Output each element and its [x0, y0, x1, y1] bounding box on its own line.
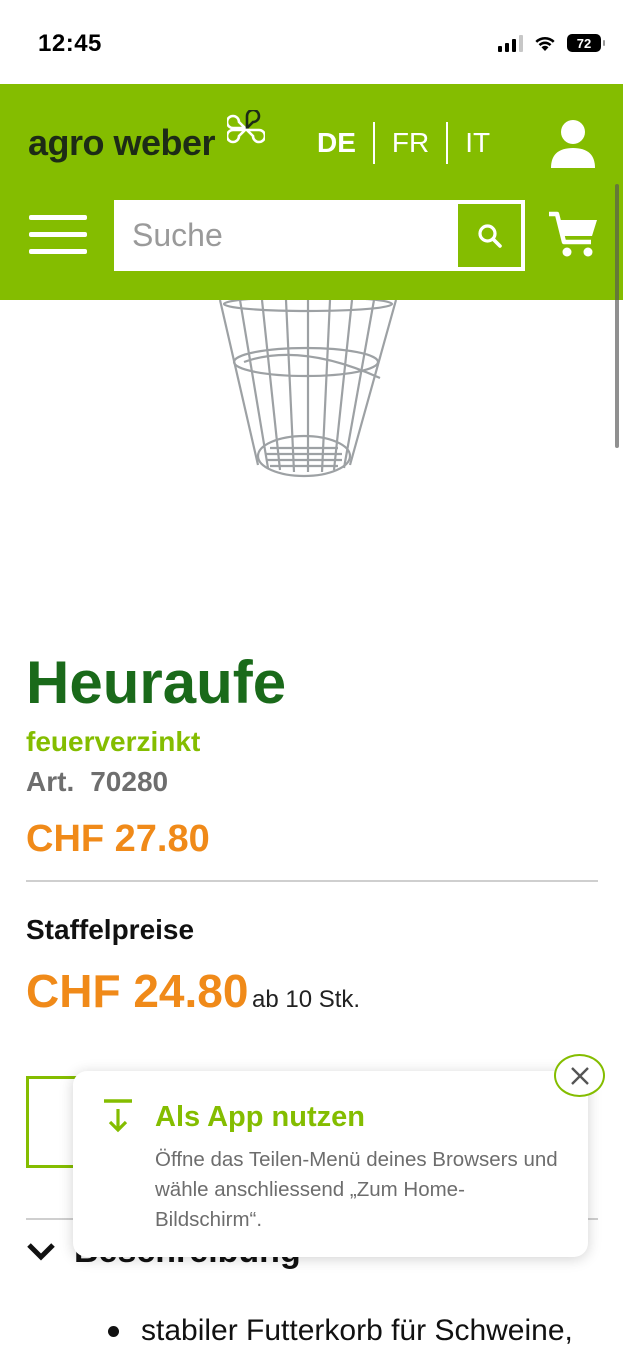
user-icon[interactable] — [549, 118, 597, 170]
wifi-icon — [535, 36, 555, 51]
lang-it[interactable]: IT — [448, 127, 507, 159]
close-icon — [570, 1066, 589, 1085]
chevron-down-icon — [27, 1242, 55, 1261]
article-label: Art. — [26, 766, 75, 797]
product-title: Heuraufe — [26, 649, 287, 716]
logo-text: agro weber — [28, 122, 216, 163]
status-time: 12:45 — [38, 30, 102, 57]
popup-text: Öffne das Teilen-Menü deines Browsers un… — [155, 1148, 558, 1231]
popup-title: Als App nutzen — [155, 1101, 365, 1133]
battery-icon: 72 — [567, 34, 605, 52]
description-bullet: stabiler Futterkorb für Schweine, — [108, 1314, 573, 1348]
article-number: Art. 70280 — [26, 766, 168, 798]
download-icon — [104, 1099, 132, 1133]
lang-de[interactable]: DE — [300, 127, 373, 159]
tier-price: CHF 24.80 — [26, 965, 249, 1017]
tier-quantity: ab 10 Stk. — [252, 986, 361, 1013]
search-icon — [477, 223, 502, 248]
search-bar — [114, 200, 525, 271]
install-app-popup: Als App nutzen Öffne das Teilen-Menü dei… — [73, 1071, 588, 1257]
cart-icon[interactable] — [547, 208, 599, 260]
tier-prices-title: Staffelpreise — [26, 914, 195, 945]
site-header: agro weber DE FR IT — [0, 84, 623, 300]
lang-fr[interactable]: FR — [375, 127, 446, 159]
article-value: 70280 — [90, 766, 169, 797]
search-input[interactable] — [116, 202, 457, 269]
product-image — [218, 300, 398, 478]
search-button[interactable] — [458, 204, 521, 267]
product-subtitle: feuerverzinkt — [26, 726, 201, 757]
signal-icon — [498, 34, 523, 52]
popup-close-button[interactable] — [554, 1054, 605, 1097]
language-switcher: DE FR IT — [300, 122, 507, 164]
product-price: CHF 27.80 — [26, 818, 210, 860]
logo[interactable]: agro weber — [28, 110, 266, 164]
status-bar: 12:45 72 — [0, 0, 623, 84]
menu-icon[interactable] — [29, 212, 87, 256]
logo-clover-icon — [227, 110, 266, 144]
page-scrollbar[interactable] — [615, 184, 619, 448]
status-icons: 72 — [498, 34, 605, 52]
divider — [26, 880, 598, 882]
